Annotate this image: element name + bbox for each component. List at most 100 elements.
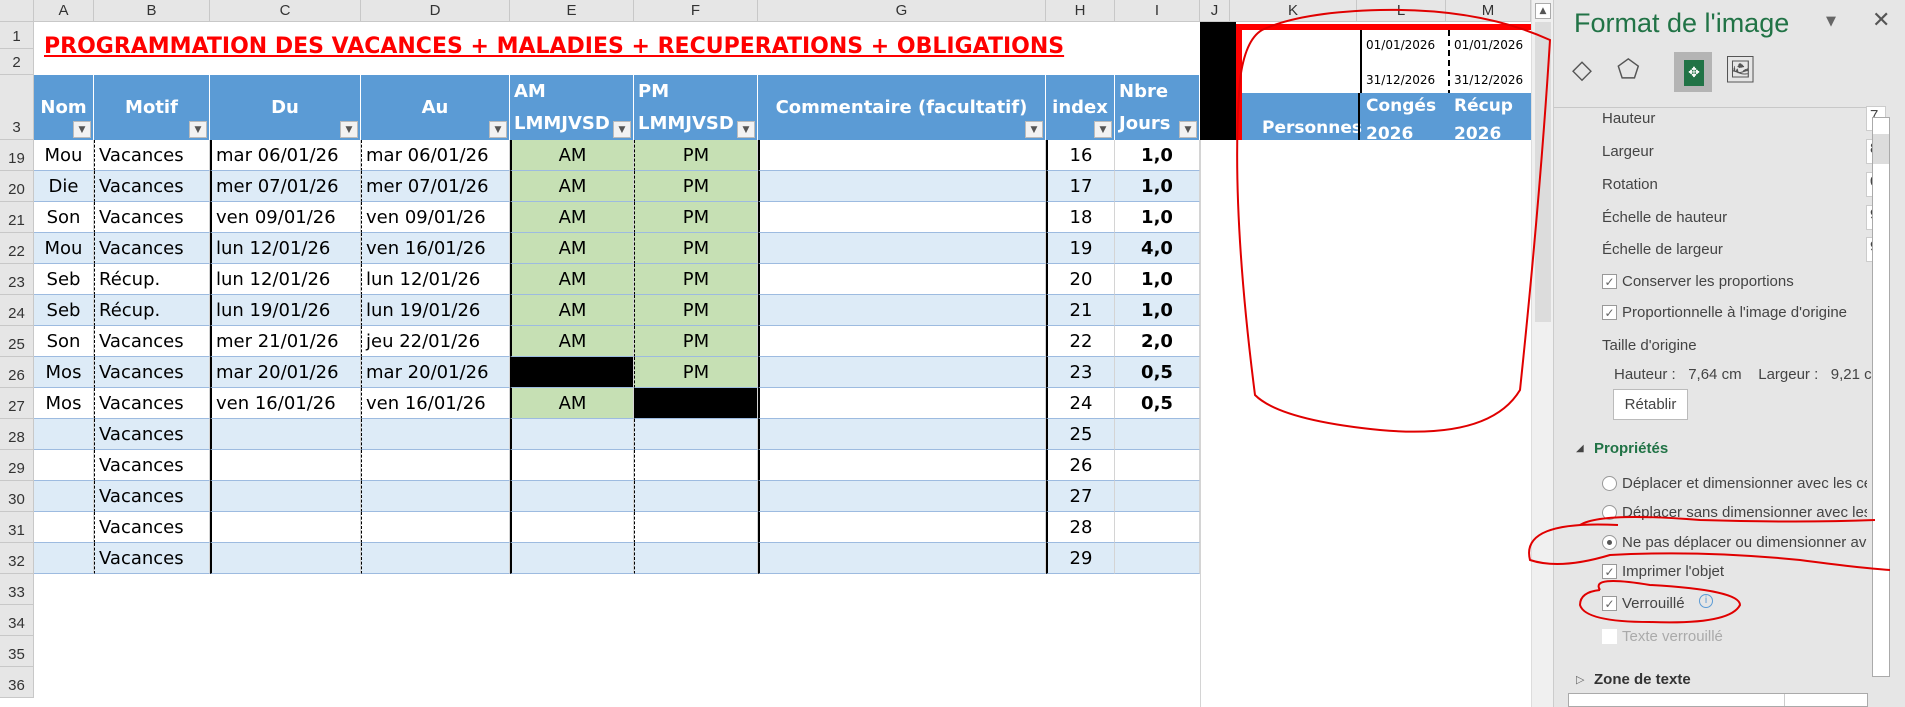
reset-button[interactable]: Rétablir (1613, 389, 1688, 420)
picture-icon[interactable]: 🖼 (1724, 55, 1757, 85)
row-header-35[interactable]: 35 (0, 636, 34, 667)
cell-com[interactable] (758, 326, 1046, 357)
cell-pm[interactable]: PM (634, 202, 758, 233)
cell-motif[interactable]: Récup. (94, 295, 210, 326)
cell-jours[interactable]: 0,5 (1115, 357, 1200, 388)
filter-dropdown-icon[interactable]: ▼ (340, 121, 358, 138)
cell-du[interactable] (210, 543, 361, 574)
cell-jours[interactable] (1115, 450, 1200, 481)
cell-com[interactable] (758, 388, 1046, 419)
column-header-A[interactable]: A (34, 0, 94, 22)
expand-icon[interactable]: ▷ (1576, 673, 1584, 686)
cell-motif[interactable]: Vacances (94, 388, 210, 419)
row-header-30[interactable]: 30 (0, 481, 34, 512)
cell-du[interactable]: mer 21/01/26 (210, 326, 361, 357)
row-header-23[interactable]: 23 (0, 264, 34, 295)
cell-index[interactable]: 25 (1046, 419, 1115, 450)
cell-nom[interactable]: Son (34, 202, 94, 233)
cell-au[interactable]: ven 09/01/26 (361, 202, 510, 233)
text-locked-checkbox[interactable] (1602, 629, 1617, 644)
radio-move-size[interactable] (1602, 476, 1617, 491)
cell-am[interactable] (510, 543, 634, 574)
cell-motif[interactable]: Récup. (94, 264, 210, 295)
cell-au[interactable]: lun 12/01/26 (361, 264, 510, 295)
cell-nom[interactable]: Seb (34, 295, 94, 326)
info-icon[interactable]: i (1699, 594, 1713, 608)
row-header-20[interactable]: 20 (0, 171, 34, 202)
cell-com[interactable] (758, 512, 1046, 543)
pasted-picture[interactable]: 01/01/2026 31/12/2026 01/01/2026 31/12/2… (1236, 24, 1531, 140)
scroll-thumb[interactable] (1535, 22, 1551, 322)
cell-du[interactable]: ven 09/01/26 (210, 202, 361, 233)
row-header-22[interactable]: 22 (0, 233, 34, 264)
cell-au[interactable]: lun 19/01/26 (361, 295, 510, 326)
filter-dropdown-icon[interactable]: ▼ (73, 121, 91, 138)
cell-pm[interactable] (634, 419, 758, 450)
cell-index[interactable]: 29 (1046, 543, 1115, 574)
cell-index[interactable]: 16 (1046, 140, 1115, 171)
cell-pm[interactable]: PM (634, 326, 758, 357)
properties-section[interactable]: Propriétés (1594, 440, 1668, 457)
radio-dont-move[interactable] (1602, 535, 1617, 550)
cell-du[interactable]: lun 19/01/26 (210, 295, 361, 326)
column-header-G[interactable]: G (758, 0, 1046, 22)
row-header-19[interactable]: 19 (0, 140, 34, 171)
radio-move-only[interactable] (1602, 505, 1617, 520)
row-header-2[interactable]: 2 (0, 49, 34, 75)
cell-pm[interactable]: PM (634, 264, 758, 295)
cell-pm[interactable] (634, 450, 758, 481)
filter-dropdown-icon[interactable]: ▼ (189, 121, 207, 138)
cell-jours[interactable]: 1,0 (1115, 202, 1200, 233)
column-header-B[interactable]: B (94, 0, 210, 22)
cell-nom[interactable] (34, 450, 94, 481)
cell-motif[interactable]: Vacances (94, 357, 210, 388)
cell-am[interactable]: AM (510, 388, 634, 419)
cell-index[interactable]: 20 (1046, 264, 1115, 295)
column-header-F[interactable]: F (634, 0, 758, 22)
pane-vertical-scrollbar[interactable] (1872, 117, 1890, 677)
cell-com[interactable] (758, 543, 1046, 574)
cell-du[interactable]: mar 06/01/26 (210, 140, 361, 171)
cell-au[interactable] (361, 543, 510, 574)
cell-motif[interactable]: Vacances (94, 233, 210, 264)
cell-du[interactable] (210, 450, 361, 481)
cell-am[interactable]: AM (510, 233, 634, 264)
cell-jours[interactable] (1115, 512, 1200, 543)
cell-nom[interactable]: Mou (34, 140, 94, 171)
keep-ratio-checkbox[interactable]: ✓ (1602, 274, 1617, 289)
text-zone-section[interactable]: Zone de texte (1594, 671, 1691, 688)
cell-com[interactable] (758, 202, 1046, 233)
cell-index[interactable]: 17 (1046, 171, 1115, 202)
cell-am[interactable] (510, 481, 634, 512)
cell-am[interactable]: AM (510, 140, 634, 171)
cell-pm[interactable] (634, 388, 758, 419)
size-properties-icon[interactable]: ✥ (1674, 52, 1712, 92)
cell-motif[interactable]: Vacances (94, 512, 210, 543)
row-header-28[interactable]: 28 (0, 419, 34, 450)
row-header-1[interactable]: 1 (0, 22, 34, 49)
cell-motif[interactable]: Vacances (94, 481, 210, 512)
cell-motif[interactable]: Vacances (94, 543, 210, 574)
cell-du[interactable]: mar 20/01/26 (210, 357, 361, 388)
row-header-25[interactable]: 25 (0, 326, 34, 357)
cell-au[interactable] (361, 419, 510, 450)
cell-du[interactable]: mer 07/01/26 (210, 171, 361, 202)
row-header-32[interactable]: 32 (0, 543, 34, 574)
cell-nom[interactable] (34, 543, 94, 574)
fill-line-icon[interactable]: ◇ (1572, 55, 1592, 85)
cell-com[interactable] (758, 481, 1046, 512)
cell-am[interactable] (510, 512, 634, 543)
filter-dropdown-icon[interactable]: ▼ (613, 121, 631, 138)
row-header-31[interactable]: 31 (0, 512, 34, 543)
row-header-26[interactable]: 26 (0, 357, 34, 388)
cell-pm[interactable] (634, 481, 758, 512)
cell-am[interactable]: AM (510, 264, 634, 295)
cell-au[interactable] (361, 450, 510, 481)
print-object-checkbox[interactable]: ✓ (1602, 564, 1617, 579)
cell-index[interactable]: 24 (1046, 388, 1115, 419)
cell-com[interactable] (758, 357, 1046, 388)
cell-am[interactable]: AM (510, 326, 634, 357)
cell-du[interactable]: lun 12/01/26 (210, 264, 361, 295)
cell-jours[interactable]: 1,0 (1115, 295, 1200, 326)
column-header-D[interactable]: D (361, 0, 510, 22)
